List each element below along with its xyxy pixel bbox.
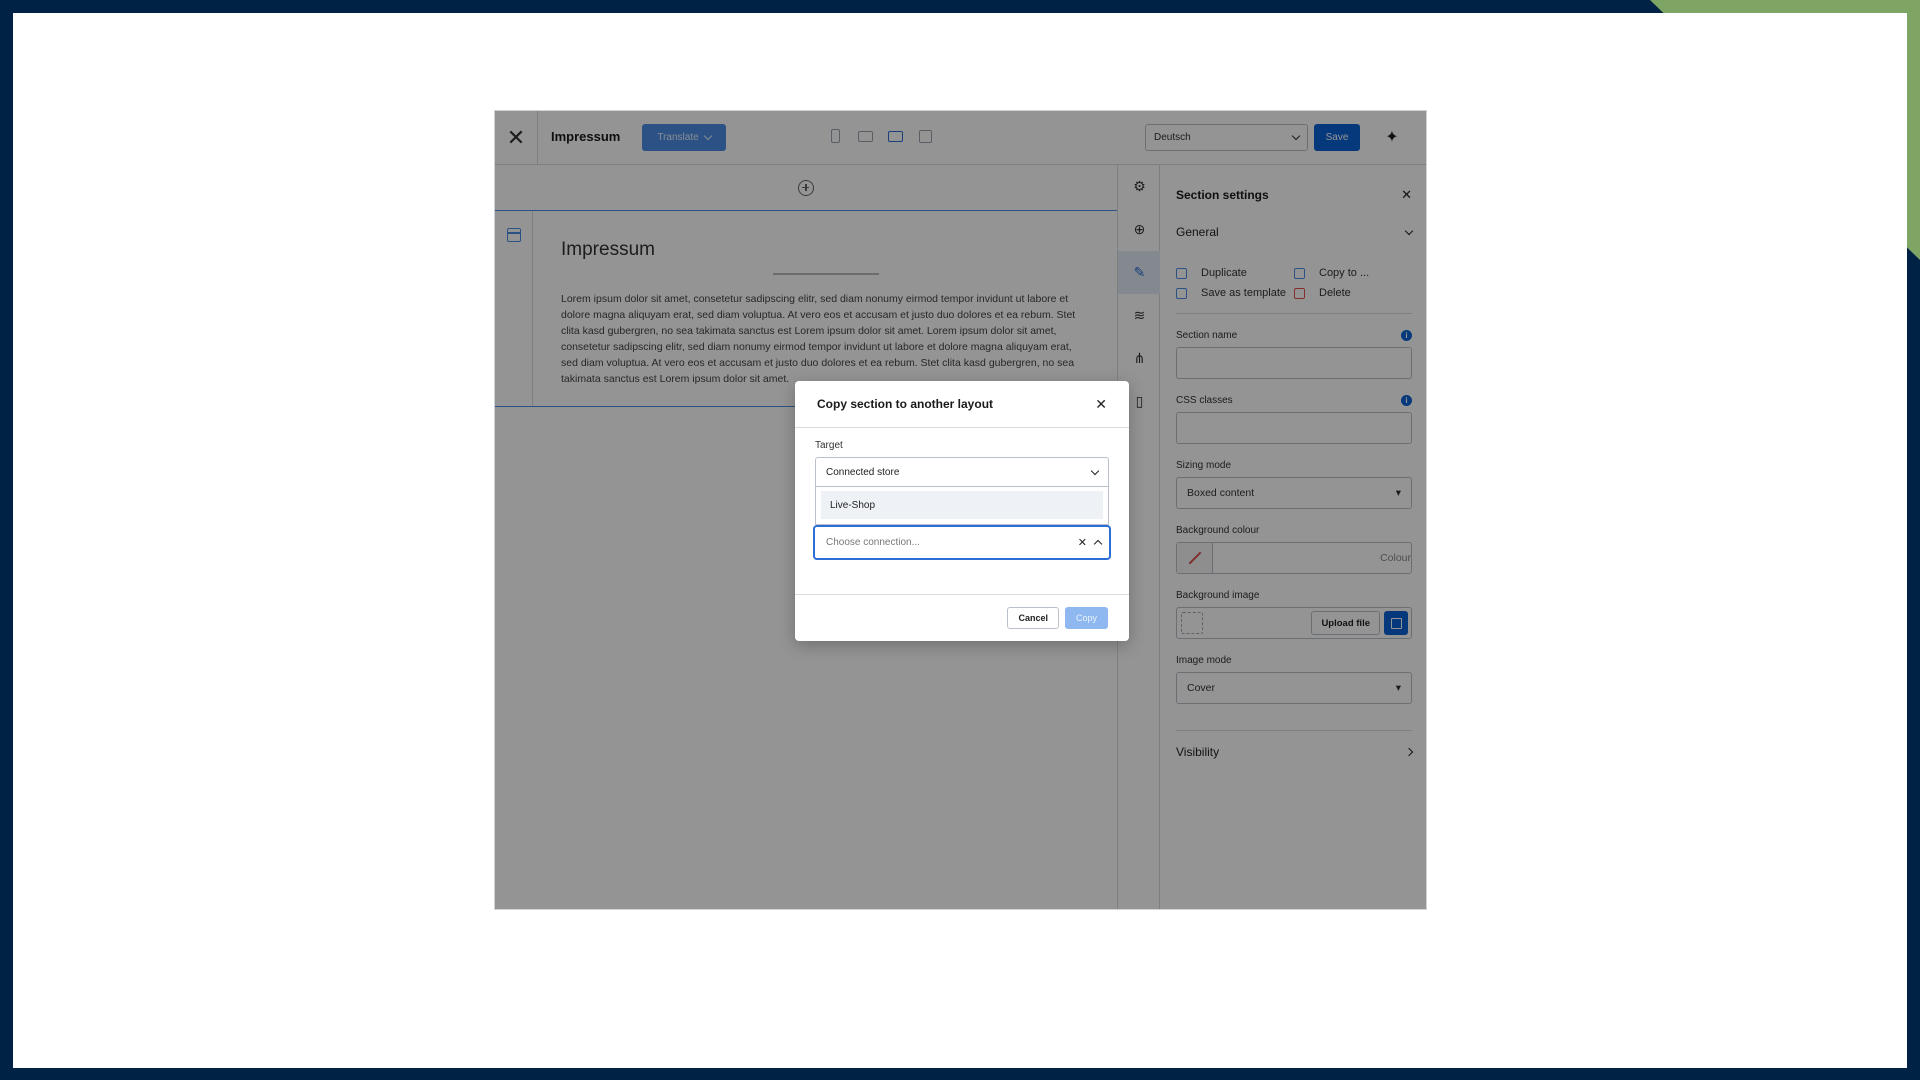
cancel-button[interactable]: Cancel — [1007, 607, 1059, 629]
copy-button[interactable]: Copy — [1065, 607, 1108, 629]
editor-window: ✕ Impressum Translate Deutsch Save ✦ Imp… — [494, 110, 1427, 910]
option-live-shop[interactable]: Live-Shop — [821, 491, 1103, 519]
clear-icon[interactable]: ✕ — [1078, 536, 1087, 549]
chevron-up-icon[interactable] — [1093, 539, 1103, 549]
target-label: Target — [815, 440, 843, 451]
close-icon[interactable]: ✕ — [1095, 396, 1107, 413]
connection-placeholder: Choose connection... — [826, 537, 920, 548]
target-select[interactable]: Connected store — [815, 457, 1109, 487]
connection-select[interactable]: Choose connection... ✕ — [813, 525, 1111, 560]
dialog-title: Copy section to another layout — [817, 397, 994, 411]
target-value: Connected store — [826, 466, 900, 478]
target-dropdown: Live-Shop — [815, 487, 1109, 525]
copy-section-dialog: Copy section to another layout ✕ Target … — [795, 381, 1129, 641]
chevron-down-icon — [1090, 466, 1100, 475]
